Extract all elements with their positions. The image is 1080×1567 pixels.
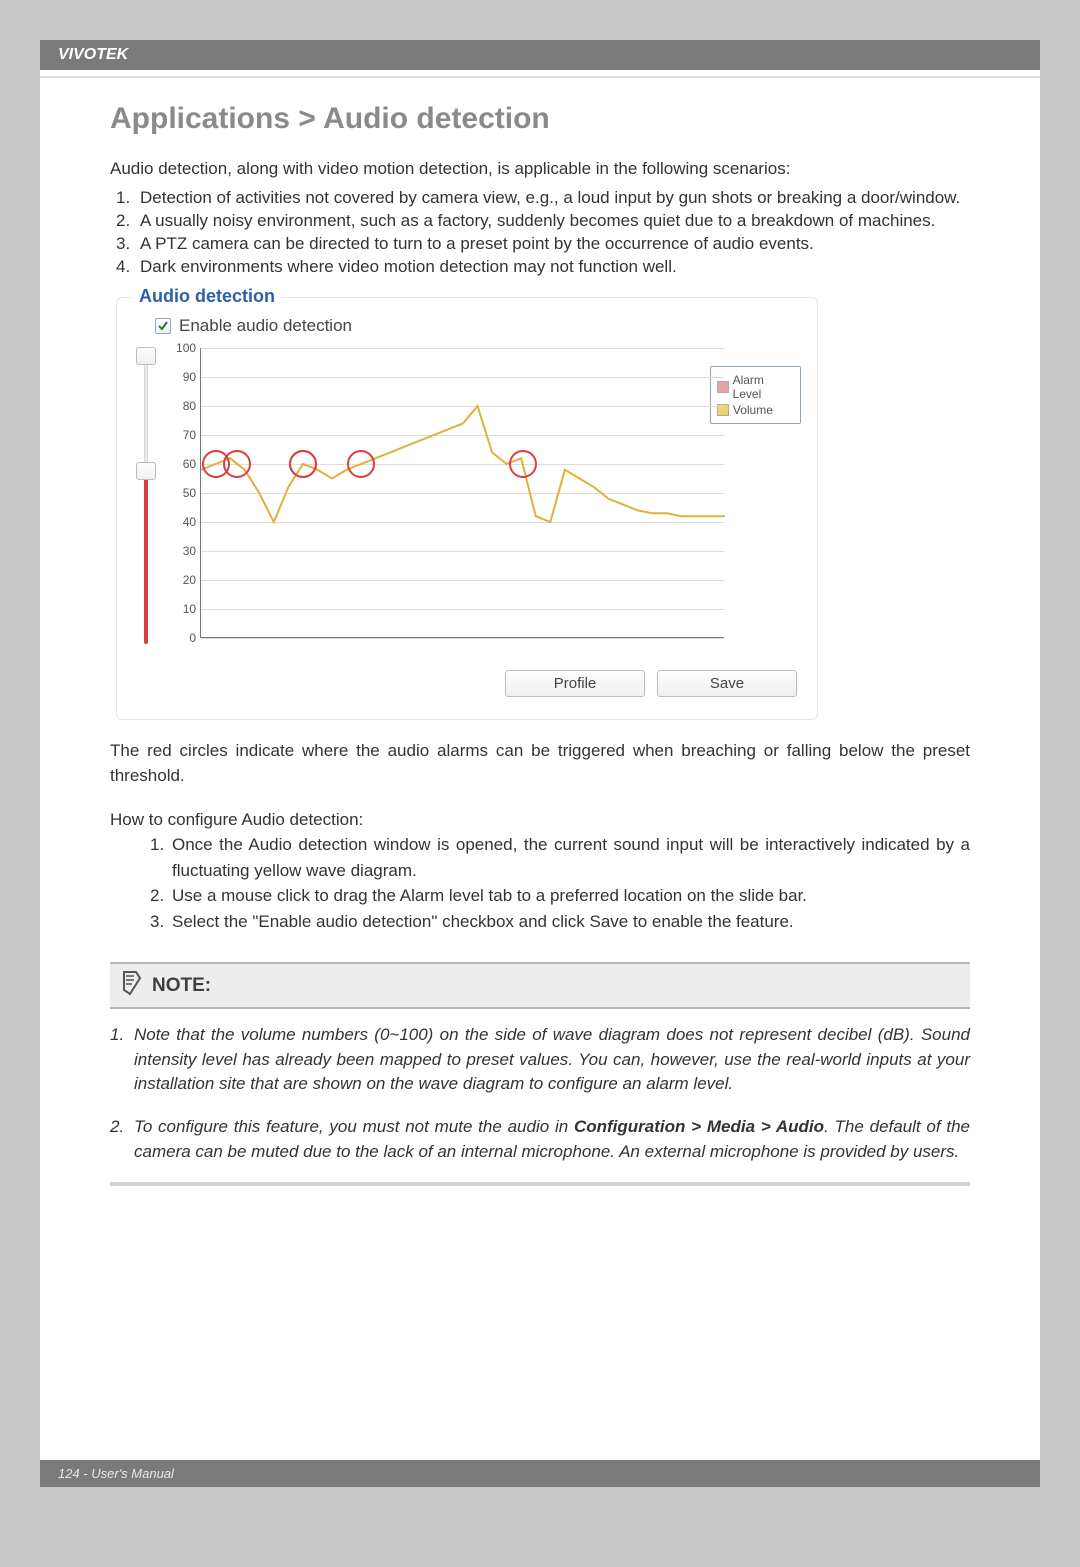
alarm-crossing-circle (509, 450, 537, 478)
volume-chart: 0 10 20 30 40 50 60 70 80 90 100 (164, 344, 704, 644)
enable-audio-checkbox[interactable] (155, 318, 171, 334)
page-title: Applications > Audio detection (110, 102, 970, 136)
y-axis-tick: 20 (164, 573, 196, 587)
alarm-level-slider[interactable] (133, 348, 158, 648)
list-item: A PTZ camera can be directed to turn to … (140, 233, 970, 256)
list-item: Select the "Enable audio detection" chec… (172, 909, 970, 935)
profile-button[interactable]: Profile (505, 670, 645, 697)
list-item: Detection of activities not covered by c… (140, 187, 970, 210)
audio-detection-panel: Audio detection Enable audio detection (116, 297, 818, 720)
y-axis-tick: 10 (164, 602, 196, 616)
y-axis-tick: 30 (164, 544, 196, 558)
y-axis-tick: 40 (164, 515, 196, 529)
list-item: A usually noisy environment, such as a f… (140, 210, 970, 233)
y-axis-tick: 100 (164, 341, 196, 355)
y-axis-tick: 80 (164, 399, 196, 413)
footer-text: 124 - User's Manual (58, 1466, 174, 1481)
y-axis-tick: 70 (164, 428, 196, 442)
note-section: NOTE: 1. Note that the volume numbers (0… (110, 962, 970, 1186)
panel-title: Audio detection (133, 286, 281, 307)
brand-text: VIVOTEK (58, 46, 128, 63)
brand-bar: VIVOTEK (40, 40, 1040, 70)
alarm-crossing-circle (289, 450, 317, 478)
list-item: Once the Audio detection window is opene… (172, 832, 970, 883)
note-item: To configure this feature, you must not … (134, 1115, 970, 1164)
y-axis-tick: 90 (164, 370, 196, 384)
y-axis-tick: 60 (164, 457, 196, 471)
red-circle-paragraph: The red circles indicate where the audio… (110, 738, 970, 789)
enable-audio-label: Enable audio detection (179, 316, 352, 336)
scenario-list: 1.Detection of activities not covered by… (116, 187, 970, 279)
note-bottom-rule (110, 1182, 970, 1186)
note-label: NOTE: (152, 975, 211, 997)
legend-volume: Volume (733, 403, 773, 417)
y-axis-tick: 50 (164, 486, 196, 500)
list-item: Dark environments where video motion det… (140, 256, 970, 279)
alarm-crossing-circle (347, 450, 375, 478)
save-button[interactable]: Save (657, 670, 797, 697)
page-footer: 124 - User's Manual (40, 1460, 1040, 1487)
note-icon (120, 970, 142, 1001)
list-item: Use a mouse click to drag the Alarm leve… (172, 883, 970, 909)
howto-title: How to configure Audio detection: (110, 807, 970, 833)
note-item: Note that the volume numbers (0~100) on … (134, 1023, 970, 1097)
legend-alarm: Alarm Level (733, 373, 794, 401)
alarm-crossing-circle (223, 450, 251, 478)
intro-text: Audio detection, along with video motion… (110, 158, 970, 181)
y-axis-tick: 0 (164, 631, 196, 645)
